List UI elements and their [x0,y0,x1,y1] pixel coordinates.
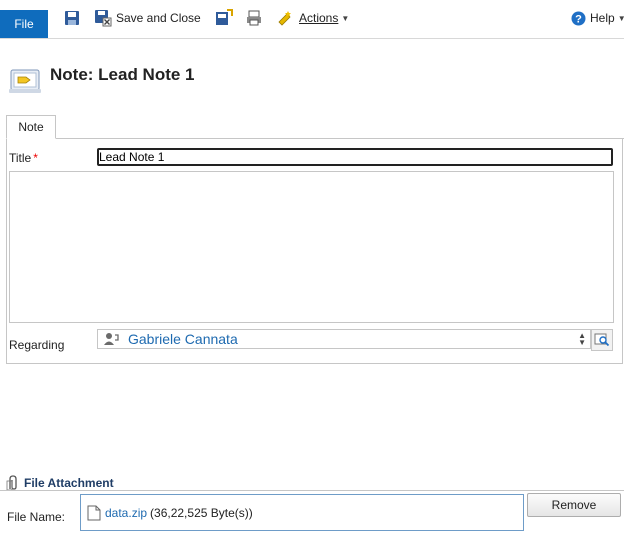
contact-icon [104,333,119,345]
file-attachment-header: File Attachment [6,475,114,491]
regarding-label: Regarding [9,338,65,352]
save-close-icon [95,10,112,27]
print-button[interactable] [246,8,262,28]
title-label: Title * [9,151,38,165]
save-and-close-label: Save and Close [116,11,201,25]
print-icon [247,10,261,26]
file-name-field: data.zip (36,22,525 Byte(s)) [80,494,524,531]
save-icon [65,11,79,25]
title-input[interactable] [97,148,613,166]
regarding-lookup[interactable]: Gabriele Cannata ▲ ▼ [97,329,591,349]
help-menu[interactable]: ? Help ▼ [571,8,624,28]
file-tab[interactable]: File [0,10,48,38]
file-attachment-title: File Attachment [24,476,114,490]
document-icon [87,505,101,520]
regarding-value-link[interactable]: Gabriele Cannata [128,331,238,347]
section-divider [0,490,624,491]
help-icon: ? [571,11,586,25]
lookup-icon [594,333,610,347]
save-and-close-button[interactable]: Save and Close [94,8,201,28]
svg-text:?: ? [575,13,582,25]
file-size: (36,22,525 Byte(s)) [150,505,253,520]
actions-icon [278,11,291,26]
sort-arrows-icon[interactable]: ▲ ▼ [578,332,586,347]
file-name-link[interactable]: data.zip [105,506,147,520]
save-button[interactable] [64,8,80,28]
tab-note[interactable]: Note [6,115,56,139]
page-title: Note: Lead Note 1 [50,65,195,84]
chevron-down-icon: ▼ [341,13,350,23]
lookup-button[interactable] [591,329,613,351]
note-form: Title* Regarding Gabriele Cannata ▲▼ [6,139,623,364]
note-body-textarea[interactable] [9,171,614,323]
file-name-label: File Name: [7,510,66,524]
tab-strip: Note [6,115,624,139]
paperclip-icon [6,475,17,491]
attach-icon [216,9,233,25]
command-bar: File Save and Close Actions ▼ ? Help ▼ [0,0,624,39]
help-label: Help [590,11,615,25]
actions-label: Actions [299,11,339,25]
attach-file-button[interactable] [215,8,233,28]
note-icon [9,69,41,93]
actions-menu[interactable]: Actions ▼ [277,8,349,28]
required-indicator: * [33,151,38,165]
remove-button[interactable]: Remove [527,493,621,517]
chevron-down-icon: ▼ [617,13,624,23]
record-header: Note: Lead Note 1 [8,62,195,98]
